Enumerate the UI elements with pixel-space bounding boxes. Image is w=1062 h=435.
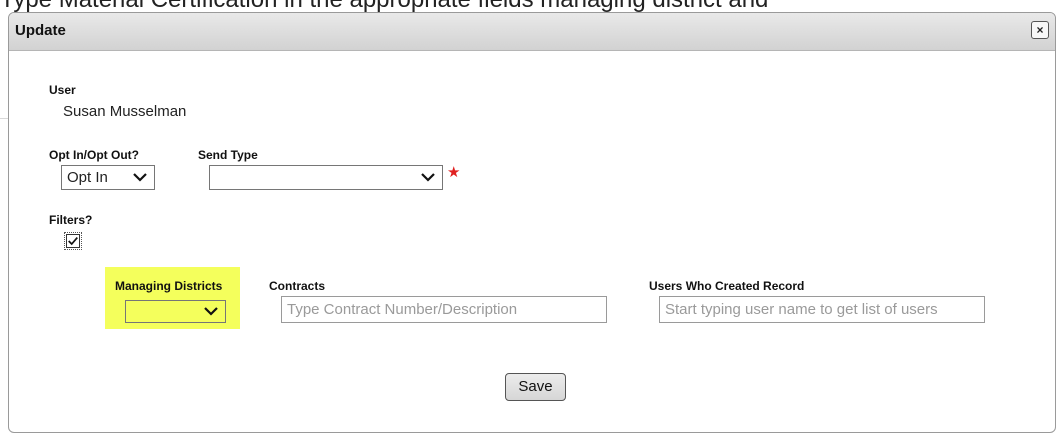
contracts-label: Contracts bbox=[269, 279, 326, 293]
opt-selected-value: Opt In bbox=[67, 169, 108, 186]
user-label: User bbox=[49, 83, 76, 97]
contracts-input[interactable] bbox=[281, 296, 607, 323]
chevron-down-icon bbox=[421, 173, 435, 182]
save-button[interactable]: Save bbox=[505, 373, 566, 401]
filters-label: Filters? bbox=[49, 213, 93, 227]
checkbox-box bbox=[66, 234, 80, 248]
users-created-input[interactable] bbox=[659, 296, 985, 323]
managing-districts-label: Managing Districts bbox=[115, 279, 223, 293]
dialog-titlebar: Update × bbox=[9, 13, 1055, 51]
send-type-label: Send Type bbox=[198, 148, 258, 162]
opt-label: Opt In/Opt Out? bbox=[49, 148, 139, 162]
dialog-title: Update bbox=[15, 22, 66, 39]
chevron-down-icon bbox=[204, 307, 218, 316]
user-value: Susan Musselman bbox=[63, 103, 187, 120]
required-star-icon: ★ bbox=[447, 164, 461, 181]
send-type-select[interactable] bbox=[209, 165, 443, 190]
close-icon: × bbox=[1036, 23, 1044, 37]
opt-select[interactable]: Opt In bbox=[61, 165, 155, 190]
close-button[interactable]: × bbox=[1031, 21, 1049, 39]
filters-checkbox[interactable] bbox=[64, 232, 82, 250]
checkmark-icon bbox=[68, 237, 78, 246]
managing-districts-select[interactable] bbox=[125, 300, 226, 323]
users-created-label: Users Who Created Record bbox=[649, 279, 805, 293]
update-dialog: Update × User Susan Musselman Opt In/Opt… bbox=[8, 12, 1056, 433]
chevron-down-icon bbox=[133, 173, 147, 182]
